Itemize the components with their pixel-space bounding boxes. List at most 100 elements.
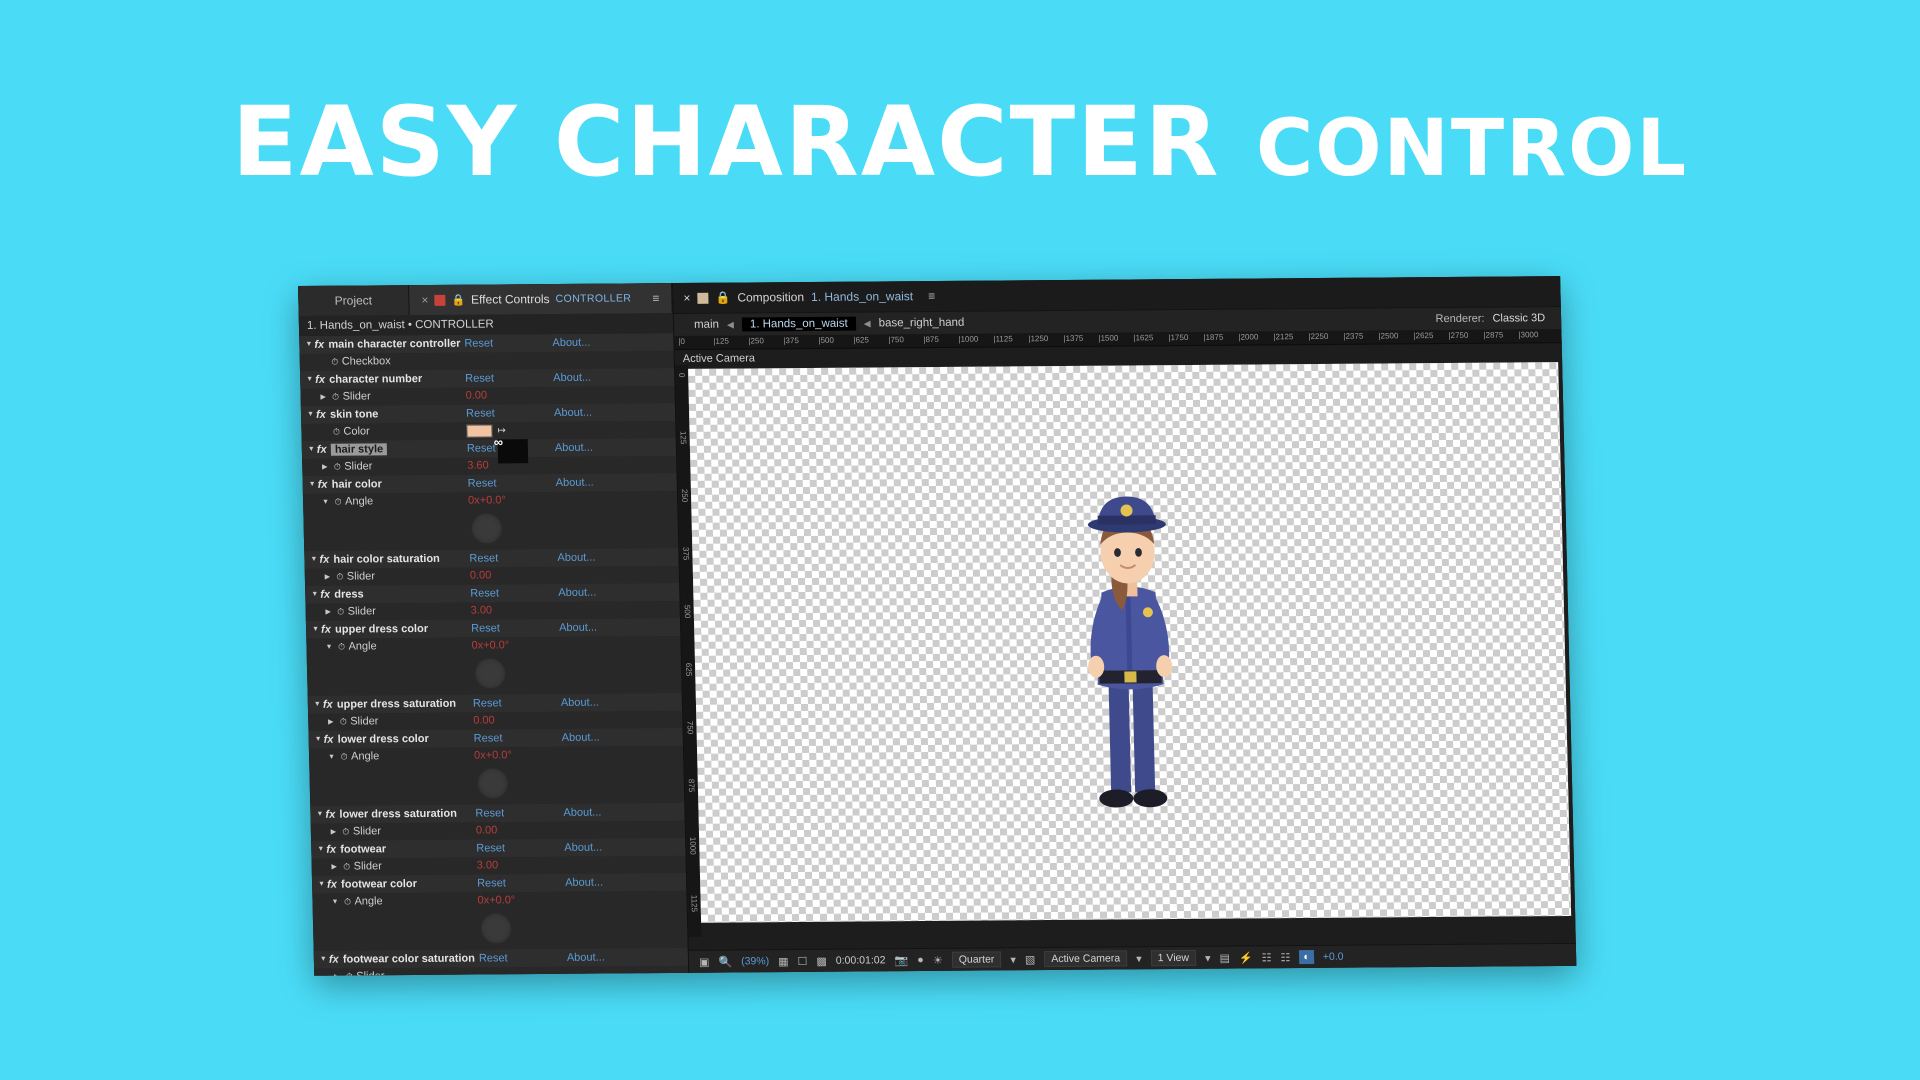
param-value[interactable]: 0.00 (476, 825, 498, 837)
angle-dial[interactable] (480, 913, 512, 944)
angle-dial-row[interactable] (309, 762, 685, 806)
reset-button[interactable]: Reset (475, 807, 504, 819)
twirl-right-icon[interactable]: ▶ (301, 393, 329, 401)
reset-button[interactable]: Reset (476, 842, 505, 854)
grid-icon[interactable]: ▦ (778, 955, 789, 968)
twirl-down-icon[interactable]: ▼ (306, 643, 334, 650)
panel-menu-icon[interactable]: ≡ (652, 291, 659, 305)
effect-name[interactable]: hair color saturation (333, 553, 440, 566)
pixel-aspect-icon[interactable]: ▤ (1219, 951, 1230, 964)
twirl-down-icon[interactable]: ▼ (314, 956, 329, 963)
resolution-select[interactable]: Quarter (951, 951, 1002, 968)
safe-zones-icon[interactable]: ☐ (797, 954, 807, 967)
composition-viewer[interactable]: 0 125 250 375 500 625 750 875 1000 1125 (674, 358, 1576, 937)
param-value[interactable]: 0x+0.0° (477, 894, 515, 906)
effect-name[interactable]: footwear color (341, 878, 417, 891)
param-value[interactable]: 0.00 (465, 390, 487, 402)
about-button[interactable]: About... (557, 551, 595, 563)
about-button[interactable]: About... (558, 586, 596, 598)
renderer-info[interactable]: Renderer: Classic 3D (1435, 312, 1545, 325)
chevron-down-icon[interactable]: ▾ (1205, 951, 1211, 964)
reset-button[interactable]: Reset (466, 407, 495, 419)
panel-menu-icon[interactable]: ≡ (928, 289, 935, 303)
twirl-down-icon[interactable]: ▼ (304, 556, 319, 563)
stopwatch-icon[interactable]: ⏱ (331, 496, 345, 507)
reset-button[interactable]: Reset (464, 337, 493, 349)
twirl-down-icon[interactable]: ▼ (303, 498, 331, 505)
stopwatch-icon[interactable]: ⏱ (329, 426, 343, 437)
stopwatch-icon[interactable]: ⏱ (337, 751, 351, 762)
reset-button[interactable]: Reset (477, 877, 506, 889)
breadcrumb-child[interactable]: base_right_hand (878, 317, 964, 330)
tab-effect-controls[interactable]: × 🔒 Effect Controls CONTROLLER ≡ (409, 283, 673, 316)
channels-icon[interactable]: ☀ (933, 953, 943, 966)
twirl-down-icon[interactable]: ▼ (300, 376, 315, 383)
twirl-right-icon[interactable]: ▶ (308, 718, 336, 726)
camera-select[interactable]: Active Camera (1044, 950, 1128, 968)
twirl-down-icon[interactable]: ▼ (306, 626, 321, 633)
about-button[interactable]: About... (564, 841, 602, 853)
stopwatch-icon[interactable]: ⏱ (328, 391, 342, 402)
reset-button[interactable]: Reset (474, 732, 503, 744)
twirl-down-icon[interactable]: ▼ (302, 446, 317, 453)
twirl-down-icon[interactable]: ▼ (309, 736, 324, 743)
twirl-right-icon[interactable]: ▶ (305, 573, 333, 581)
about-button[interactable]: About... (562, 731, 600, 743)
param-value[interactable]: 3.60 (467, 460, 489, 472)
param-value[interactable]: 3.00 (477, 860, 499, 872)
about-button[interactable]: About... (561, 696, 599, 708)
chevron-down-icon[interactable]: ▾ (1010, 953, 1016, 966)
lock-icon[interactable]: 🔒 (451, 293, 465, 306)
param-value[interactable]: 0.00 (470, 570, 492, 582)
stopwatch-icon[interactable]: ⏱ (330, 461, 344, 472)
timeline-icon[interactable]: ☷ (1262, 951, 1272, 964)
twirl-down-icon[interactable]: ▼ (310, 811, 325, 818)
transparency-grid-icon[interactable]: ▧ (1025, 953, 1036, 966)
renderer-value[interactable]: Classic 3D (1492, 312, 1545, 324)
magnify-icon[interactable]: 🔍 (718, 955, 732, 968)
about-button[interactable]: About... (559, 621, 597, 633)
close-icon[interactable]: × (683, 291, 690, 305)
always-preview-icon[interactable]: ▣ (699, 955, 710, 968)
exposure-icon[interactable]: ◐ (1299, 949, 1314, 965)
effect-name[interactable]: footwear (340, 843, 386, 855)
reset-button[interactable]: Reset (473, 697, 502, 709)
stopwatch-icon[interactable]: ⏱ (334, 641, 348, 652)
reset-button[interactable]: Reset (468, 477, 497, 489)
effect-name[interactable]: upper dress color (335, 623, 428, 636)
stopwatch-icon[interactable]: ⏱ (334, 606, 348, 617)
exposure-value[interactable]: +0.0 (1323, 951, 1344, 963)
fast-previews-icon[interactable]: ⚡ (1239, 951, 1253, 964)
stopwatch-icon[interactable]: ⏱ (340, 861, 354, 872)
snapshot-icon[interactable]: 📷 (894, 954, 908, 967)
about-button[interactable]: About... (554, 406, 592, 418)
angle-dial-row[interactable] (303, 507, 679, 551)
about-button[interactable]: About... (565, 876, 603, 888)
effect-name[interactable]: main character controller (328, 337, 460, 350)
stopwatch-icon[interactable]: ⏱ (340, 896, 354, 907)
show-snapshot-icon[interactable]: ● (917, 954, 924, 966)
reset-button[interactable]: Reset (465, 372, 494, 384)
twirl-right-icon[interactable]: ▶ (314, 973, 342, 976)
effect-name[interactable]: hair style (330, 443, 388, 456)
param-value[interactable]: 0.00 (473, 715, 495, 727)
about-button[interactable]: About... (563, 806, 601, 818)
twirl-right-icon[interactable]: ▶ (306, 608, 334, 616)
angle-dial[interactable] (477, 768, 509, 799)
effect-name[interactable]: upper dress saturation (337, 697, 456, 710)
about-button[interactable]: About... (553, 371, 591, 383)
about-button[interactable]: About... (567, 951, 605, 963)
reset-button[interactable]: Reset (467, 442, 496, 454)
param-value[interactable]: 0x+0.0° (474, 750, 512, 762)
twirl-down-icon[interactable]: ▼ (312, 881, 327, 888)
about-button[interactable]: About... (552, 336, 590, 348)
effect-param-row[interactable]: ▶⏱Slider (314, 965, 689, 976)
zoom-level[interactable]: (39%) (741, 955, 769, 967)
effect-name[interactable]: skin tone (330, 408, 379, 420)
angle-dial[interactable] (471, 513, 503, 544)
angle-dial[interactable] (474, 658, 506, 689)
color-swatch[interactable] (466, 424, 493, 438)
breadcrumb-root[interactable]: main (694, 319, 719, 331)
views-select[interactable]: 1 View (1150, 949, 1197, 967)
param-value[interactable]: 0x+0.0° (471, 640, 509, 652)
